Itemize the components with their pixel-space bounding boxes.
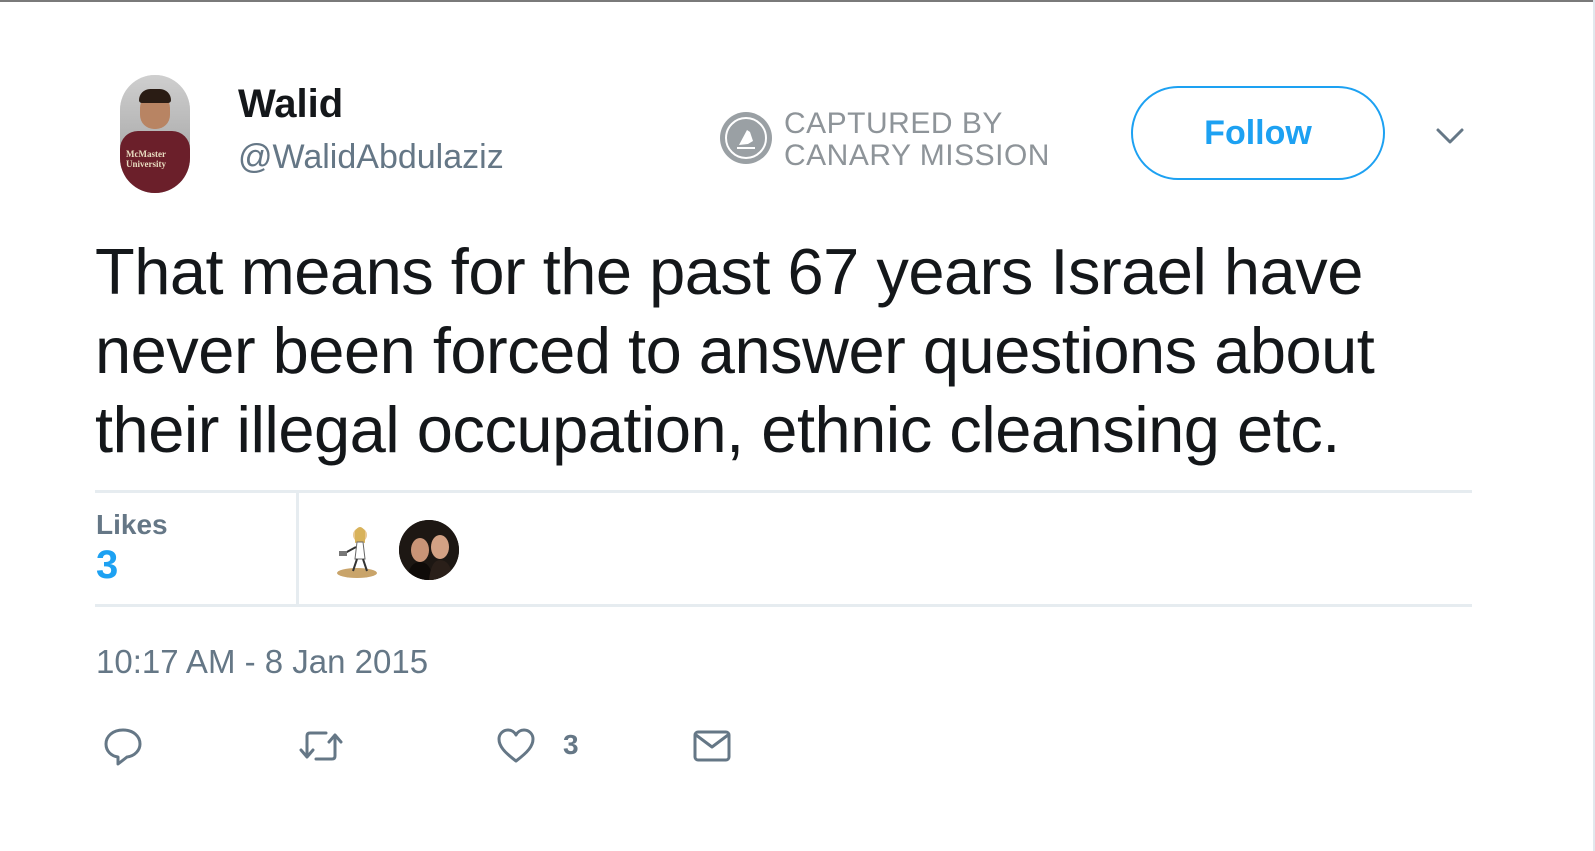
- display-name[interactable]: Walid: [238, 82, 343, 127]
- tweet-stats: Likes 3: [95, 490, 1472, 607]
- avatar[interactable]: McMaster University: [120, 75, 190, 193]
- liker-avatar[interactable]: [399, 520, 459, 580]
- top-border: [0, 0, 1595, 2]
- heart-icon[interactable]: [496, 726, 536, 766]
- tweet-timestamp[interactable]: 10:17 AM - 8 Jan 2015: [96, 643, 428, 681]
- chevron-down-icon[interactable]: [1432, 118, 1468, 154]
- liker-avatar[interactable]: [331, 521, 387, 581]
- tweet-text: That means for the past 67 years Israel …: [95, 235, 1375, 466]
- envelope-icon[interactable]: [692, 726, 732, 766]
- watermark-line-2: CANARY MISSION: [784, 139, 1050, 172]
- stats-divider: [296, 493, 299, 604]
- watermark-line-1: CAPTURED BY: [784, 107, 1003, 140]
- reply-icon[interactable]: [103, 726, 143, 766]
- follow-button[interactable]: Follow: [1131, 86, 1385, 180]
- canary-logo-icon: [720, 112, 772, 164]
- avatar-shirt-logo: McMaster University: [126, 149, 166, 169]
- canary-mission-watermark: CAPTURED BY CANARY MISSION: [720, 108, 1060, 172]
- user-handle[interactable]: @WalidAbdulaziz: [238, 138, 504, 177]
- retweet-icon[interactable]: [298, 726, 344, 766]
- like-count: 3: [563, 729, 579, 760]
- watermark-text: CAPTURED BY CANARY MISSION: [784, 108, 1050, 172]
- likes-count[interactable]: 3: [96, 543, 118, 588]
- likes-label[interactable]: Likes: [96, 509, 168, 541]
